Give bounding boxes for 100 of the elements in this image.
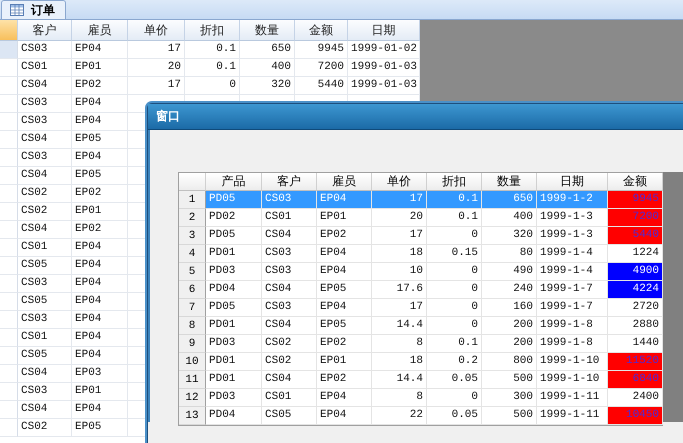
table-cell[interactable]: 8	[372, 389, 427, 407]
table-cell[interactable]: PD03	[206, 335, 262, 353]
table-cell[interactable]: 300	[482, 389, 537, 407]
table-cell[interactable]: 1999-1-4	[537, 263, 608, 281]
table-cell[interactable]: EP02	[317, 227, 372, 245]
table-cell[interactable]: EP04	[317, 263, 372, 281]
table-cell[interactable]: 17	[372, 299, 427, 317]
table-cell[interactable]: EP04	[317, 299, 372, 317]
row-selector[interactable]	[0, 365, 18, 383]
amount-cell[interactable]: 2720	[608, 299, 663, 317]
table-cell[interactable]: 20	[372, 209, 427, 227]
row-selector[interactable]	[0, 167, 18, 185]
row-selector[interactable]	[0, 59, 18, 77]
column-header[interactable]: 客户	[18, 20, 72, 41]
table-cell[interactable]: PD05	[206, 227, 262, 245]
column-header[interactable]: 折扣	[427, 173, 482, 191]
row-selector[interactable]	[0, 41, 18, 59]
table-cell[interactable]: 0.2	[427, 353, 482, 371]
table-cell[interactable]: CS04	[262, 281, 317, 299]
table-cell[interactable]: 200	[482, 335, 537, 353]
row-selector[interactable]	[0, 131, 18, 149]
column-header[interactable]	[0, 20, 18, 41]
column-header[interactable]: 数量	[482, 173, 537, 191]
table-cell[interactable]: 0.05	[427, 407, 482, 425]
row-selector[interactable]	[0, 203, 18, 221]
table-cell[interactable]: 1999-1-8	[537, 335, 608, 353]
column-header[interactable]: 雇员	[317, 173, 372, 191]
row-selector[interactable]	[0, 275, 18, 293]
table-cell[interactable]: 240	[482, 281, 537, 299]
table-cell[interactable]: 1999-1-3	[537, 209, 608, 227]
table-cell[interactable]: 14.4	[372, 317, 427, 335]
table-cell[interactable]: 0	[427, 317, 482, 335]
table-cell[interactable]: 10	[372, 263, 427, 281]
tab[interactable]: 订单	[1, 0, 66, 19]
table-cell[interactable]: CS01	[262, 389, 317, 407]
table-cell[interactable]: 1999-1-10	[537, 371, 608, 389]
table-cell[interactable]: PD03	[206, 389, 262, 407]
table-cell[interactable]: 490	[482, 263, 537, 281]
table-cell[interactable]: CS02	[262, 353, 317, 371]
table-cell[interactable]: EP01	[317, 209, 372, 227]
row-selector[interactable]	[0, 347, 18, 365]
table-cell[interactable]: 14.4	[372, 371, 427, 389]
table-cell[interactable]: EP04	[317, 389, 372, 407]
row-selector[interactable]	[0, 95, 18, 113]
row-selector[interactable]	[0, 311, 18, 329]
table-cell[interactable]: 0	[427, 299, 482, 317]
table-cell[interactable]: PD01	[206, 245, 262, 263]
column-header[interactable]: 单价	[372, 173, 427, 191]
table-cell[interactable]: PD01	[206, 317, 262, 335]
table-cell[interactable]: 1999-1-11	[537, 407, 608, 425]
table-cell[interactable]: EP04	[317, 245, 372, 263]
table-cell[interactable]: PD03	[206, 263, 262, 281]
table-cell[interactable]: EP05	[317, 281, 372, 299]
table-cell[interactable]: 1999-1-4	[537, 245, 608, 263]
table-cell[interactable]: 0.05	[427, 371, 482, 389]
table-cell[interactable]: 1999-1-7	[537, 281, 608, 299]
row-selector[interactable]	[0, 149, 18, 167]
table-cell[interactable]: EP02	[317, 335, 372, 353]
amount-cell[interactable]: 1440	[608, 335, 663, 353]
table-cell[interactable]: 0.1	[427, 335, 482, 353]
table-cell[interactable]: 18	[372, 353, 427, 371]
column-header[interactable]: 日期	[348, 20, 420, 41]
table-cell[interactable]: PD04	[206, 281, 262, 299]
table-cell[interactable]: 8	[372, 335, 427, 353]
column-header[interactable]	[179, 173, 206, 191]
table-cell[interactable]: CS05	[262, 407, 317, 425]
table-cell[interactable]: CS03	[262, 299, 317, 317]
row-selector[interactable]	[0, 257, 18, 275]
column-header[interactable]: 雇员	[72, 20, 128, 41]
table-cell[interactable]: 0	[427, 263, 482, 281]
column-header[interactable]: 折扣	[185, 20, 240, 41]
table-cell[interactable]: 0	[427, 389, 482, 407]
row-selector[interactable]	[0, 329, 18, 347]
table-cell[interactable]: EP02	[317, 371, 372, 389]
table-cell[interactable]: 1999-1-7	[537, 299, 608, 317]
table-cell[interactable]: PD01	[206, 371, 262, 389]
row-selector[interactable]	[0, 419, 18, 437]
table-cell[interactable]: EP05	[317, 317, 372, 335]
table-cell[interactable]: 80	[482, 245, 537, 263]
column-header[interactable]: 产品	[206, 173, 262, 191]
table-cell[interactable]: CS04	[262, 227, 317, 245]
table-cell[interactable]: CS04	[262, 371, 317, 389]
table-cell[interactable]: CS01	[262, 209, 317, 227]
table-cell[interactable]: PD04	[206, 407, 262, 425]
row-selector[interactable]	[0, 401, 18, 419]
amount-cell[interactable]: 2880	[608, 317, 663, 335]
table-cell[interactable]: 0.15	[427, 245, 482, 263]
table-cell[interactable]: 0	[427, 227, 482, 245]
amount-cell[interactable]: 4224	[608, 281, 663, 299]
table-cell[interactable]: EP04	[317, 407, 372, 425]
table-cell[interactable]: PD05	[206, 299, 262, 317]
table-cell[interactable]: 800	[482, 353, 537, 371]
table-cell[interactable]: CS03	[262, 245, 317, 263]
row-selector[interactable]	[0, 239, 18, 257]
table-cell[interactable]: 160	[482, 299, 537, 317]
column-header[interactable]: 金额	[295, 20, 348, 41]
column-header[interactable]: 单价	[128, 20, 185, 41]
table-cell[interactable]: CS03	[262, 263, 317, 281]
row-selector[interactable]	[0, 185, 18, 203]
table-cell[interactable]: 500	[482, 371, 537, 389]
